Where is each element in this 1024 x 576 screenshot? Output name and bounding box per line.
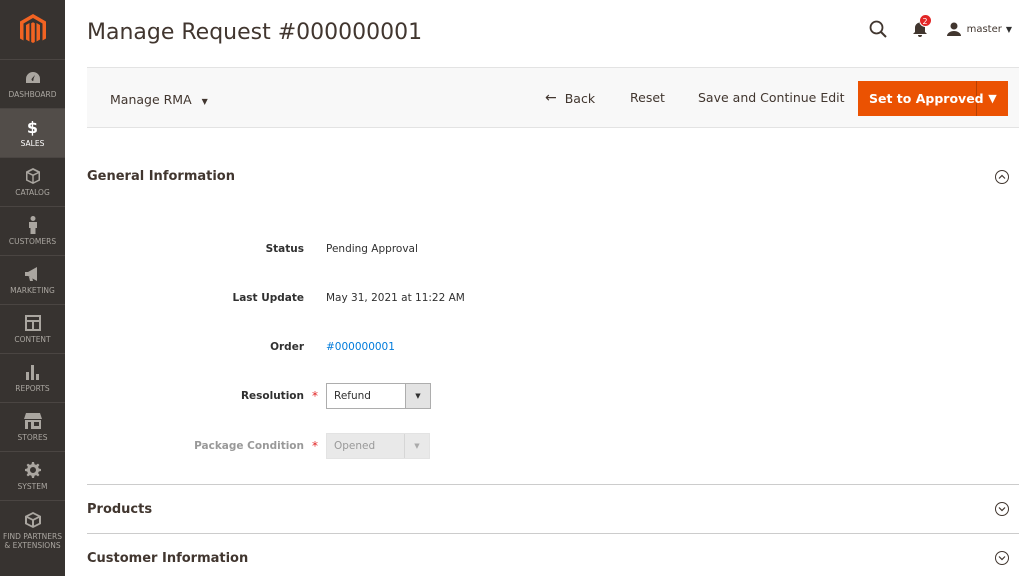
bar-chart-icon [24, 363, 42, 381]
order-link[interactable]: #000000001 [326, 341, 395, 353]
nav-customers[interactable]: CUSTOMERS [0, 206, 65, 255]
chevron-down-icon: ▼ [988, 92, 997, 105]
split-button-toggle[interactable]: ▼ [977, 81, 1008, 116]
required-asterisk: * [312, 439, 318, 453]
storefront-icon [23, 412, 42, 430]
set-to-approved-split-button: Set to Approved ▼ [858, 81, 1008, 116]
notification-count-badge: 2 [918, 14, 932, 27]
back-button[interactable]: ← Back [545, 90, 595, 106]
chevron-down-icon: ▼ [201, 97, 208, 106]
box-icon [24, 511, 42, 529]
nav-catalog[interactable]: CATALOG [0, 157, 65, 206]
customer-information-header[interactable]: Customer Information [87, 533, 1019, 576]
page-title: Manage Request #000000001 [87, 20, 423, 45]
resolution-field: Resolution * Refund ▼ [87, 383, 687, 409]
required-asterisk: * [312, 389, 318, 403]
nav-reports-label: REPORTS [15, 384, 50, 393]
products-title: Products [87, 501, 153, 517]
chevron-down-icon: ▼ [404, 434, 429, 458]
general-information-title: General Information [87, 169, 235, 184]
nav-sales-label: SALES [20, 139, 45, 148]
page-actions-bar: Manage RMA ▼ ← Back Reset Save and Conti… [87, 67, 1019, 128]
manage-rma-dropdown[interactable]: Manage RMA ▼ [110, 92, 208, 107]
status-field: Status Pending Approval [87, 237, 687, 261]
notifications-button[interactable]: 2 [909, 14, 932, 40]
arrow-left-icon: ← [545, 90, 557, 106]
search-icon[interactable] [867, 18, 889, 40]
gear-icon [24, 461, 42, 479]
order-label: Order [270, 341, 304, 353]
collapse-chevron-up-icon[interactable] [995, 169, 1009, 184]
package-condition-label: Package Condition [194, 440, 304, 452]
user-icon [946, 22, 961, 36]
order-field: Order #000000001 [87, 335, 687, 359]
expand-chevron-down-icon[interactable] [995, 551, 1009, 565]
layout-icon [24, 314, 42, 332]
nav-find-partners[interactable]: FIND PARTNERS & EXTENSIONS [0, 500, 65, 560]
nav-content-label: CONTENT [14, 335, 51, 344]
nav-marketing[interactable]: MARKETING [0, 255, 65, 304]
status-value: Pending Approval [326, 243, 418, 255]
nav-content[interactable]: CONTENT [0, 304, 65, 353]
person-icon [24, 216, 42, 234]
resolution-select[interactable]: Refund ▼ [326, 383, 431, 409]
nav-sales[interactable]: $ SALES [0, 108, 65, 157]
expand-chevron-down-icon[interactable] [995, 502, 1009, 516]
chevron-down-icon: ▼ [405, 384, 430, 408]
status-label: Status [265, 243, 304, 255]
nav-stores[interactable]: STORES [0, 402, 65, 451]
user-name: master [966, 23, 1002, 35]
nav-dashboard-label: DASHBOARD [8, 90, 57, 99]
cube-icon [24, 167, 42, 185]
dollar-icon: $ [26, 117, 39, 137]
magento-logo-icon [19, 13, 46, 43]
reset-button[interactable]: Reset [630, 90, 665, 105]
nav-find-partners-label: FIND PARTNERS & EXTENSIONS [2, 532, 63, 550]
package-condition-field: Package Condition * Opened ▼ [87, 433, 687, 459]
set-to-approved-button[interactable]: Set to Approved [858, 81, 984, 116]
resolution-label: Resolution [240, 390, 304, 402]
magento-logo[interactable] [0, 0, 65, 59]
header-actions: 2 master ▼ [867, 14, 1012, 40]
megaphone-icon [24, 265, 42, 283]
nav-reports[interactable]: REPORTS [0, 353, 65, 402]
nav-stores-label: STORES [17, 433, 48, 442]
chevron-down-icon: ▼ [1005, 24, 1012, 34]
package-condition-select-value: Opened [334, 440, 376, 452]
last-update-field: Last Update May 31, 2021 at 11:22 AM [87, 286, 687, 310]
manage-rma-label: Manage RMA [110, 92, 192, 107]
nav-catalog-label: CATALOG [15, 188, 50, 197]
user-menu[interactable]: master ▼ [946, 22, 1012, 36]
dashboard-icon [24, 69, 42, 87]
last-update-value: May 31, 2021 at 11:22 AM [326, 292, 465, 304]
last-update-label: Last Update [232, 292, 305, 304]
nav-dashboard[interactable]: DASHBOARD [0, 59, 65, 108]
products-section-header[interactable]: Products [87, 484, 1019, 533]
back-button-label: Back [564, 90, 596, 106]
customer-information-title: Customer Information [87, 550, 249, 566]
nav-system[interactable]: SYSTEM [0, 451, 65, 500]
admin-sidebar: DASHBOARD $ SALES CATALOG CUSTOMERS MARK… [0, 0, 65, 576]
resolution-select-value: Refund [334, 390, 371, 402]
save-and-continue-button[interactable]: Save and Continue Edit [698, 90, 845, 105]
nav-system-label: SYSTEM [17, 482, 48, 491]
package-condition-select: Opened ▼ [326, 433, 430, 459]
general-information-header[interactable]: General Information [87, 152, 1019, 201]
nav-marketing-label: MARKETING [10, 286, 55, 295]
nav-customers-label: CUSTOMERS [8, 237, 57, 246]
